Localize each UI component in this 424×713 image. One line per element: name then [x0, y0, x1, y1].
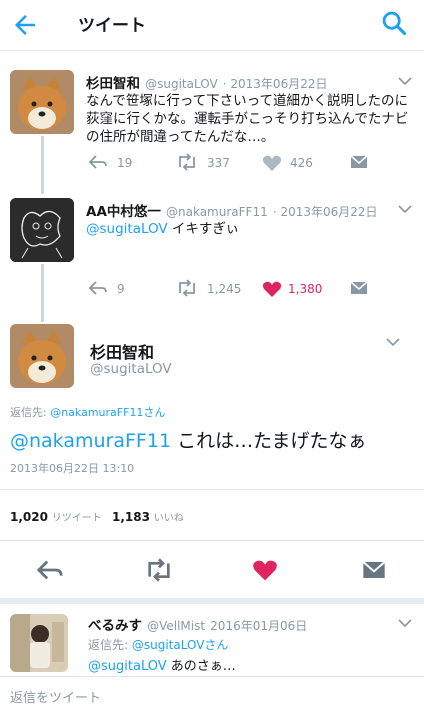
back-arrow-icon[interactable] [10, 10, 40, 40]
tweet-text: なんで笹塚に行って下さいって道細かく説明したのに荻窪に行くかな。運転手がこっそり… [86, 93, 409, 145]
direct-message-icon[interactable] [362, 559, 386, 581]
mention-link[interactable]: @nakamuraFF11 [10, 430, 171, 452]
page-title: ツイート [78, 16, 146, 36]
reply-icon[interactable] [88, 280, 108, 296]
tweet-text: あのさぁ… [166, 659, 236, 674]
tweet-text: イキすぎぃ [167, 221, 240, 237]
avatar[interactable] [10, 70, 74, 134]
photo-avatar-icon [10, 614, 68, 672]
avatar[interactable] [10, 324, 74, 388]
chevron-down-icon[interactable] [398, 204, 412, 214]
author-name[interactable]: 杉田智和 [86, 76, 140, 92]
avatar[interactable] [10, 198, 74, 262]
tweet-timestamp: 2013年06月22日 13:10 [10, 462, 135, 475]
retweet-count: 337 [207, 156, 230, 170]
mention-link[interactable]: @sugitaLOV [88, 659, 167, 674]
tweet-date: · 2013年06月22日 [222, 77, 328, 91]
retweet-icon[interactable] [176, 153, 198, 171]
author-handle[interactable]: @sugitaLOV [90, 361, 172, 377]
thread-line [41, 136, 44, 194]
reply-to-handle[interactable]: @sugitaLOVさん [132, 638, 229, 652]
reply-icon[interactable] [36, 558, 64, 582]
chevron-down-icon[interactable] [386, 337, 400, 347]
reply-to-handle[interactable]: @nakamuraFF11さん [50, 406, 165, 419]
section-divider [0, 598, 424, 604]
author-name[interactable]: AA中村悠一 [86, 204, 161, 220]
retweet-stats[interactable]: 1,020 リツイート [10, 509, 102, 524]
reply-count: 19 [117, 156, 133, 170]
author-handle[interactable]: @sugitaLOV [145, 77, 218, 91]
tweet-date: · 2013年06月22日 [272, 205, 378, 219]
author-name[interactable]: 杉田智和 [90, 339, 154, 363]
tweet-text: これは…たまげたなぁ [171, 430, 367, 452]
retweet-icon[interactable] [176, 279, 198, 297]
search-icon[interactable] [380, 9, 408, 37]
reply-composer[interactable]: 返信をツイート [0, 676, 424, 713]
chevron-down-icon[interactable] [398, 76, 412, 86]
author-handle[interactable]: @nakamuraFF11 [166, 205, 268, 219]
heart-icon[interactable] [262, 280, 282, 298]
shiba-dog-avatar-icon [10, 324, 74, 388]
like-count: 426 [290, 156, 313, 170]
author-handle[interactable]: @VellMist [147, 619, 205, 633]
avatar[interactable] [10, 614, 68, 672]
shiba-dog-avatar-icon [10, 70, 74, 134]
reply-input-placeholder[interactable]: 返信をツイート [10, 687, 101, 706]
divider [0, 540, 424, 541]
author-name[interactable]: べるみす [88, 618, 142, 634]
like-count: 1,380 [288, 282, 323, 296]
retweet-count: 1,020 [10, 510, 48, 524]
direct-message-icon[interactable] [350, 280, 368, 296]
retweet-count: 1,245 [207, 282, 242, 296]
heart-icon[interactable] [262, 154, 282, 172]
mention-link[interactable]: @sugitaLOV [86, 221, 168, 237]
direct-message-icon[interactable] [350, 154, 368, 170]
divider [0, 489, 424, 490]
top-bar: ツイート [0, 0, 424, 51]
chevron-down-icon[interactable] [398, 618, 412, 628]
reply-to-label: 返信先: [10, 406, 51, 419]
retweet-icon[interactable] [144, 558, 174, 582]
reply-count: 9 [117, 282, 125, 296]
tweet-date: 2016年01月06日 [210, 619, 308, 633]
reply-icon[interactable] [88, 154, 108, 170]
heart-icon[interactable] [252, 558, 278, 582]
retweet-label: リツイート [51, 513, 102, 524]
like-label: いいね [153, 513, 184, 524]
reply-to-label: 返信先: [88, 638, 132, 652]
thread-line [41, 264, 44, 322]
like-count: 1,183 [112, 510, 150, 524]
like-stats[interactable]: 1,183 いいね [112, 509, 184, 524]
sketch-avatar-icon [10, 198, 74, 262]
